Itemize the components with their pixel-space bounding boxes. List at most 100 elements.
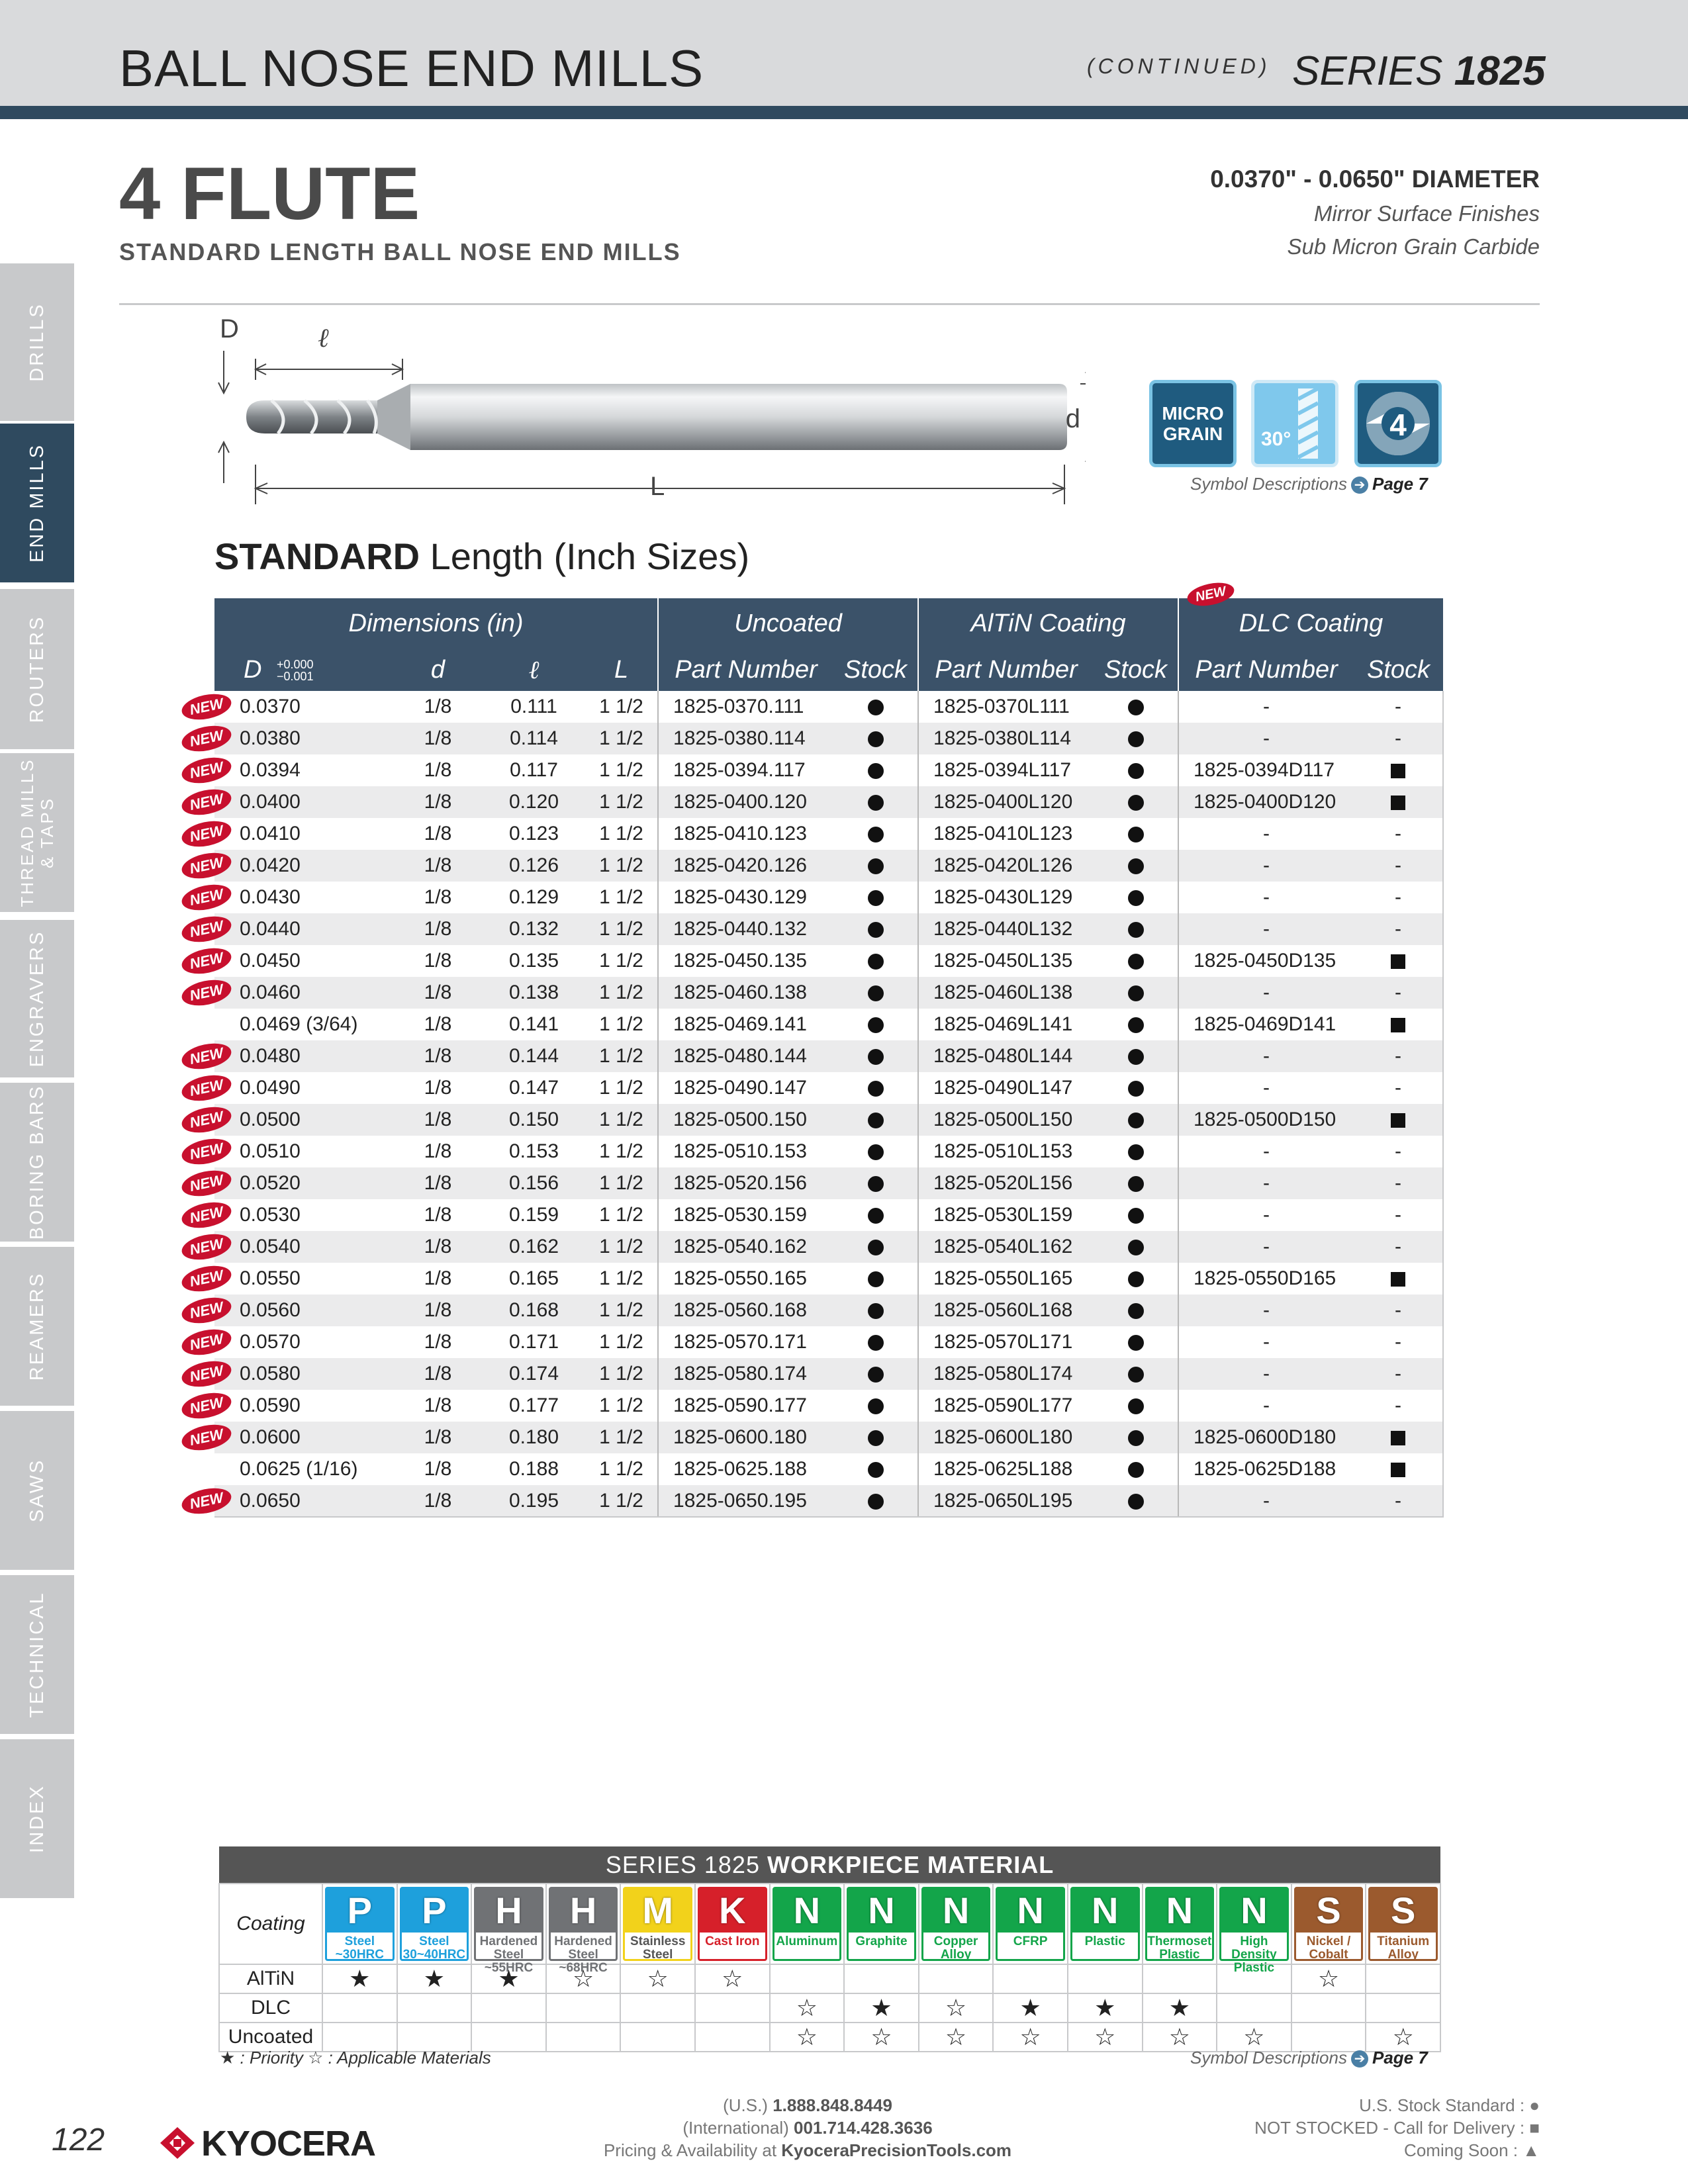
cell-uncoated-part-number: 1825-0550.165: [657, 1263, 834, 1295]
cell-uncoated-part-number: 1825-0580.174: [657, 1358, 834, 1390]
col-L: L: [585, 649, 659, 691]
cell-altin-stock: [1094, 691, 1179, 723]
stock-standard-icon: [867, 1240, 884, 1256]
cell-dlc-part-number: 1825-0394D117: [1178, 754, 1354, 786]
stock-standard-icon: [867, 763, 884, 780]
cell-altin-part-number: 1825-0520L156: [917, 1167, 1094, 1199]
stock-standard-icon: [867, 1398, 884, 1415]
cell-altin-stock: [1094, 754, 1179, 786]
coating-row: DLC ☆ ★ ☆ ★ ★ ★: [218, 1993, 1442, 2023]
diameter-value: 0.0590: [240, 1394, 301, 1416]
cell-dlc-stock: -: [1354, 1136, 1444, 1167]
new-badge: NEW: [179, 880, 234, 915]
stock-standard-icon: [1127, 1335, 1144, 1351]
material-letter: N: [774, 1889, 840, 1933]
stock-standard-icon: [867, 1049, 884, 1066]
side-tab-label: ENGRAVERS: [26, 930, 48, 1068]
applicable-star-icon: ☆: [769, 1993, 845, 2023]
cell-dlc-part-number: -: [1178, 850, 1354, 882]
not-stocked-icon: [1391, 796, 1406, 811]
cell-diameter: NEW 0.0590: [179, 1388, 393, 1423]
page-title: BALL NOSE END MILLS: [119, 39, 704, 97]
flute-count-title: 4 FLUTE: [119, 152, 420, 235]
diameter-value: 0.0600: [240, 1426, 301, 1448]
stock-standard-icon: [1127, 827, 1144, 843]
side-tab-engravers[interactable]: ENGRAVERS: [0, 920, 74, 1077]
stock-standard-icon: [867, 1113, 884, 1129]
table-row: 0.0625 (1/16) 1/8 0.188 1 1/2 1825-0625.188 1…: [214, 1453, 1444, 1485]
cell-uncoated-part-number: 1825-0380.114: [657, 723, 834, 754]
cell-shank-d: 1/8: [393, 1104, 483, 1136]
cell-uncoated-stock: [833, 1136, 919, 1167]
priority-star-icon: ★: [992, 1993, 1068, 2023]
cell-diameter: NEW 0.0490: [179, 1071, 393, 1105]
material-description: CFRP: [1013, 1934, 1048, 1948]
cell-shank-d: 1/8: [393, 1326, 483, 1358]
symbol-descriptions-link[interactable]: Symbol Descriptions ➔ Page 7: [1190, 474, 1428, 494]
cell-dlc-stock: [1354, 1009, 1444, 1040]
side-tab-routers[interactable]: ROUTERS: [0, 589, 74, 749]
stock-standard-icon: [1127, 954, 1144, 970]
cell-altin-part-number: 1825-0380L114: [917, 723, 1094, 754]
col-altin-stock: Stock: [1094, 649, 1179, 691]
table-row: NEW 0.0420 1/8 0.126 1 1/2 1825-0420.126 1825-…: [179, 848, 1444, 883]
intl-phone-prefix: (International): [682, 2118, 794, 2138]
side-tab-saws[interactable]: SAWS: [0, 1411, 74, 1570]
table-row: NEW 0.0394 1/8 0.117 1 1/2 1825-0394.117 1825-…: [179, 753, 1444, 788]
symbol-descriptions-link-2[interactable]: Symbol Descriptions ➔ Page 7: [1190, 2048, 1428, 2068]
cell-diameter: NEW 0.0520: [179, 1166, 393, 1201]
not-stocked-icon: [1391, 1113, 1406, 1128]
side-tab-index[interactable]: INDEX: [0, 1739, 74, 1898]
stock-standard-icon: [1127, 1493, 1144, 1510]
new-badge: NEW: [179, 1134, 234, 1169]
table-row: NEW 0.0540 1/8 0.162 1 1/2 1825-0540.162 1825-…: [179, 1230, 1444, 1264]
rating-cell: [1216, 1993, 1292, 2023]
diameter-value: 0.0500: [240, 1109, 301, 1130]
stock-standard-icon: [867, 890, 884, 907]
cell-uncoated-stock: [833, 723, 919, 754]
end-mill-diagram: D ℓ L d: [218, 318, 1086, 504]
cell-dlc-part-number: 1825-0400D120: [1178, 786, 1354, 818]
not-stocked-icon: [1391, 764, 1406, 779]
material-description: Steel 30~40HRC: [402, 1934, 466, 1962]
new-badge: NEW: [179, 1388, 234, 1423]
group-dlc: NEW DLC Coating: [1178, 578, 1444, 649]
cell-uncoated-stock: [833, 1199, 919, 1231]
stock-standard-icon: [1127, 1081, 1144, 1097]
cell-dlc-part-number: 1825-0550D165: [1178, 1263, 1354, 1295]
diagram-label-l: ℓ: [318, 323, 329, 353]
us-phone: 1.888.848.8449: [773, 2095, 892, 2115]
side-tab-technical[interactable]: TECHNICAL: [0, 1575, 74, 1734]
stock-standard-icon: [1127, 985, 1144, 1002]
table-row: NEW 0.0560 1/8 0.168 1 1/2 1825-0560.168 1825-…: [179, 1293, 1444, 1328]
side-tab-thread-mills-taps[interactable]: THREAD MILLS & TAPS: [0, 753, 74, 912]
cell-shank-d: 1/8: [393, 786, 483, 818]
cell-shank-d: 1/8: [393, 1295, 483, 1326]
cell-shank-d: 1/8: [393, 977, 483, 1009]
side-tab-end-mills[interactable]: END MILLS: [0, 424, 74, 582]
cell-overall-length: 1 1/2: [585, 1231, 659, 1263]
cell-overall-length: 1 1/2: [585, 1040, 659, 1072]
cell-shank-d: 1/8: [393, 1167, 483, 1199]
rating-cell: [396, 1993, 473, 2023]
cell-altin-stock: [1094, 1485, 1179, 1518]
side-tab-drills[interactable]: DRILLS: [0, 263, 74, 421]
cell-flute-length: 0.114: [483, 723, 585, 754]
cell-altin-stock: [1094, 1231, 1179, 1263]
material-letter: N: [923, 1889, 989, 1933]
cell-uncoated-stock: [833, 1295, 919, 1326]
cell-overall-length: 1 1/2: [585, 1390, 659, 1422]
cell-uncoated-part-number: 1825-0469.141: [657, 1009, 834, 1040]
material-copper-alloy: N Copper Alloy: [917, 1883, 994, 1965]
side-tab-label: TECHNICAL: [26, 1591, 48, 1718]
cell-altin-part-number: 1825-0540L162: [917, 1231, 1094, 1263]
cell-altin-stock: [1094, 1326, 1179, 1358]
stock-legend-not-stocked: NOT STOCKED - Call for Delivery : ■: [1254, 2118, 1540, 2138]
cell-overall-length: 1 1/2: [585, 754, 659, 786]
side-tab-reamers[interactable]: REAMERS: [0, 1247, 74, 1406]
side-tab-boring-bars[interactable]: BORING BARS: [0, 1083, 74, 1242]
new-badge: NEW: [179, 1166, 234, 1201]
cell-shank-d: 1/8: [393, 1040, 483, 1072]
website-link[interactable]: KyoceraPrecisionTools.com: [781, 2140, 1011, 2160]
rating-cell: [1141, 1964, 1218, 1994]
